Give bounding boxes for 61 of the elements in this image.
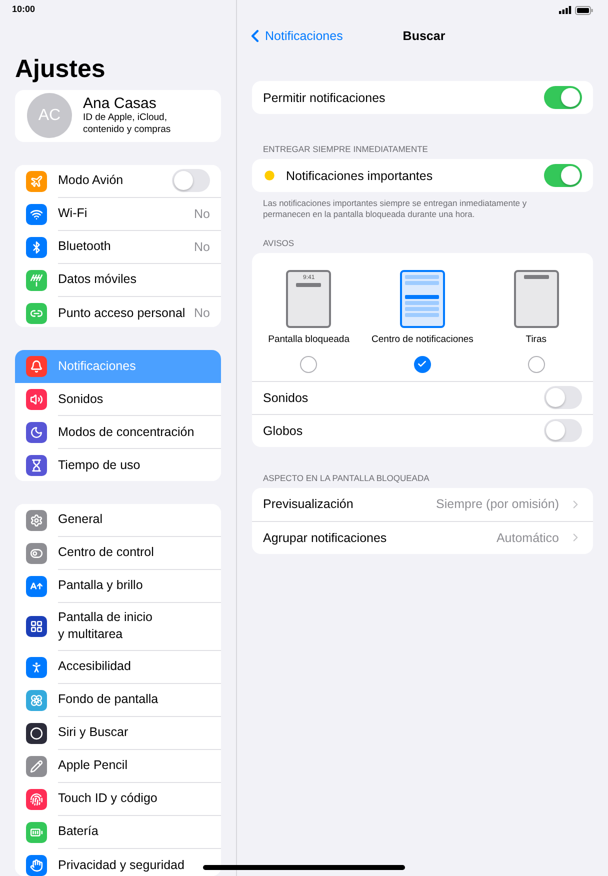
settings-row[interactable]: Previsualización Siempre (por omisión) [252, 488, 593, 521]
sidebar-label: Bluetooth [58, 238, 112, 256]
sidebar-value: No [194, 240, 210, 254]
sidebar-label: Punto acceso personal [58, 304, 186, 322]
radio-button[interactable] [300, 356, 318, 373]
toggle-switch[interactable] [544, 419, 582, 442]
row-label: Globos [263, 424, 304, 438]
banner-preview [514, 270, 559, 328]
sidebar-label: Notificaciones [58, 358, 137, 376]
sidebar-label: Batería [58, 823, 100, 840]
radio-button[interactable] [528, 356, 545, 373]
sidebar-label: Touch ID y código [58, 790, 158, 807]
sidebar-label: Wi-Fi [58, 205, 88, 222]
row-label: Sonidos [263, 390, 310, 405]
sidebar-label: Sonidos [58, 390, 104, 408]
sidebar-label: Pantalla de inicio y multitarea [58, 609, 154, 643]
sidebar-label: General [58, 511, 104, 528]
profile-subtitle: ID de Apple, iCloud, contenido y compras [83, 112, 172, 136]
sidebar-label: Modos de concentración [58, 424, 196, 441]
sidebar-value: No [194, 206, 210, 221]
sidebar-label: Accesibilidad [58, 658, 132, 675]
row-label: Previsualización [263, 497, 354, 512]
section-header: AVISOS [262, 238, 296, 248]
settings-row[interactable]: Agrupar notificaciones Automático [252, 520, 593, 554]
sidebar-label: Siri y Buscar [58, 724, 130, 741]
row-label: Notificaciones importantes [286, 168, 434, 182]
row-label: Agrupar notificaciones [263, 530, 388, 545]
notification-center-preview [400, 270, 445, 328]
section-header: ASPECTO EN LA PANTALLA BLOQUEADA [262, 472, 430, 483]
toggle-switch[interactable] [544, 86, 582, 109]
option-label: Centro de notificaciones [372, 334, 474, 345]
row-label: Permitir notificaciones [263, 90, 386, 104]
page-title: Ajustes [15, 54, 106, 84]
toggle-switch[interactable] [544, 386, 582, 410]
sidebar-label: Privacidad y seguridad [58, 856, 186, 874]
status-time: 10:00 [12, 4, 36, 16]
profile-name: Ana Casas [83, 95, 158, 112]
option-label: Tiras [526, 334, 547, 345]
section-header: ENTREGAR SIEMPRE INMEDIATAMENTE [262, 144, 429, 154]
sidebar-label: Modo Avión [58, 172, 124, 190]
profile-card[interactable]: AC Ana Casas ID de Apple, iCloud, contenido y compras [15, 90, 221, 142]
option-label: Pantalla bloqueada [268, 334, 350, 345]
check-icon [417, 359, 428, 370]
nav-title: Buscar [402, 29, 446, 43]
sidebar-label: Datos móviles [58, 271, 138, 288]
sidebar-label: Tiempo de uso [58, 457, 142, 474]
sidebar-label: Fondo de pantalla [58, 691, 160, 708]
toggle-switch[interactable] [544, 164, 582, 187]
footnote: Las notificaciones importantes siempre se entregan inmediatamente y permanecen en la pantalla bloqueada durante una hora. [262, 198, 528, 221]
sidebar-label: Centro de control [58, 544, 155, 561]
avatar: AC [27, 93, 72, 138]
sidebar-label: Pantalla y brillo [58, 577, 144, 594]
signal-icon [559, 6, 572, 14]
sidebar-value: No [194, 306, 210, 320]
sidebar-label: Apple Pencil [58, 757, 128, 774]
battery-icon [575, 6, 593, 14]
radio-button[interactable] [414, 356, 431, 373]
back-link[interactable]: Notificaciones [245, 26, 343, 46]
toggle-switch[interactable] [172, 169, 210, 192]
row-value: Automático [496, 530, 559, 545]
row-value: Siempre (por omisión) [436, 497, 559, 512]
